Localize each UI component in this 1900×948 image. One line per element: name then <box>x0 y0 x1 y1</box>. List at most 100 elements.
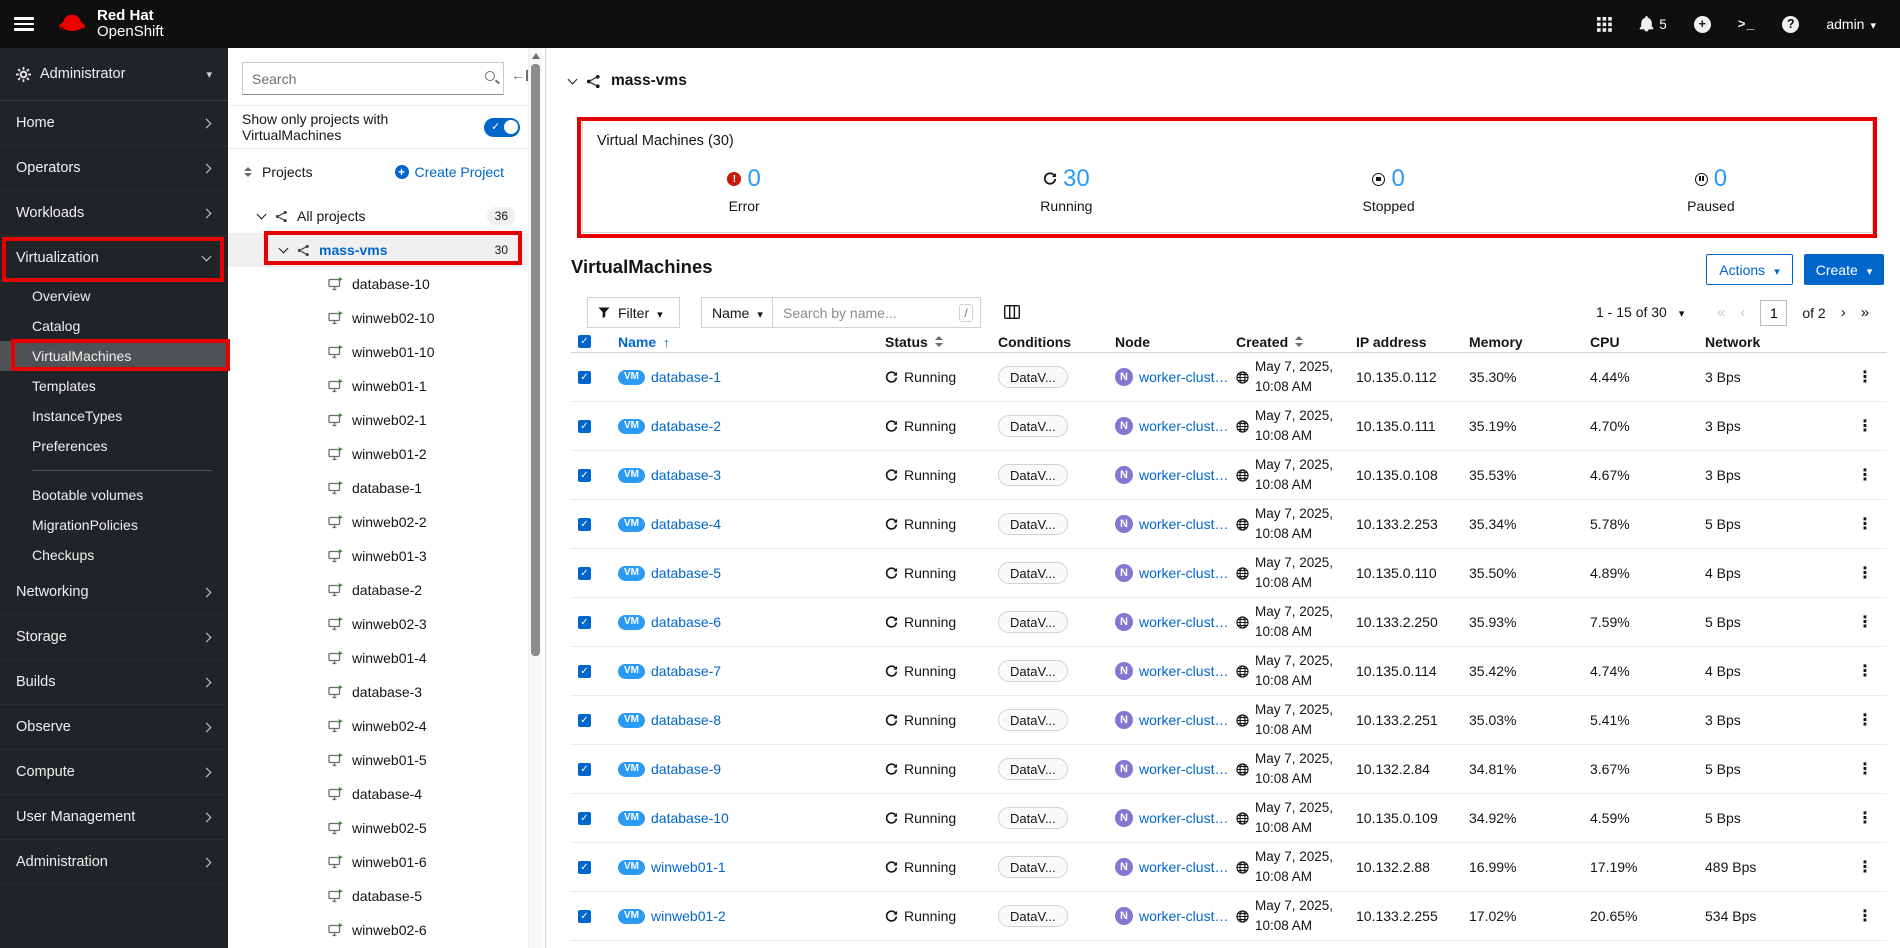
tree-item-vm[interactable]: winweb02-10 <box>228 301 530 335</box>
row-kebab-menu[interactable] <box>1857 367 1873 387</box>
vm-name-link[interactable]: database-7 <box>651 663 721 679</box>
stat-running[interactable]: 30 Running <box>905 165 1227 214</box>
vm-name-link[interactable]: database-3 <box>651 467 721 483</box>
vm-search-input[interactable] <box>773 298 980 327</box>
sort-ascending-icon[interactable] <box>663 334 670 350</box>
tree-item-mass-vms[interactable]: mass-vms 30 <box>228 233 530 267</box>
previous-page-button[interactable]: ‹ <box>1740 304 1745 321</box>
first-page-button[interactable]: « <box>1717 304 1725 321</box>
row-kebab-menu[interactable] <box>1857 710 1873 730</box>
node-link[interactable]: worker-cluster-... <box>1139 565 1229 581</box>
conditions-pill[interactable]: DataV... <box>998 905 1068 927</box>
vm-name-link[interactable]: database-2 <box>651 418 721 434</box>
create-project-link[interactable]: Create Project <box>394 164 504 180</box>
terminal-button[interactable]: >_ <box>1738 17 1756 32</box>
node-link[interactable]: worker-cluster-... <box>1139 810 1229 826</box>
help-button[interactable]: ? <box>1782 15 1800 33</box>
sidebar-item[interactable]: Workloads <box>0 191 228 236</box>
vm-name-link[interactable]: database-1 <box>651 369 721 385</box>
pagination-range-dropdown[interactable]: 1 - 15 of 30 <box>1596 304 1684 320</box>
filter-dropdown[interactable]: Filter <box>587 297 680 328</box>
node-link[interactable]: worker-cluster-... <box>1139 369 1229 385</box>
collapse-panel-icon[interactable]: ← <box>511 68 528 82</box>
vm-name-link[interactable]: database-8 <box>651 712 721 728</box>
row-kebab-menu[interactable] <box>1857 514 1873 534</box>
vm-name-link[interactable]: winweb01-1 <box>651 859 726 875</box>
vm-name-link[interactable]: database-9 <box>651 761 721 777</box>
sidebar-subitem[interactable]: Catalog <box>0 311 228 341</box>
sidebar-item[interactable]: User Management <box>0 795 228 840</box>
sort-icon[interactable] <box>1295 336 1304 347</box>
stat-paused[interactable]: 0 Paused <box>1550 165 1872 214</box>
row-checkbox[interactable] <box>578 762 591 776</box>
tree-item-vm[interactable]: winweb01-2 <box>228 437 530 471</box>
sidebar-item[interactable]: Observe <box>0 705 228 750</box>
tree-item-vm[interactable]: winweb01-1 <box>228 369 530 403</box>
node-link[interactable]: worker-cluster-... <box>1139 859 1229 875</box>
vm-name-link[interactable]: database-10 <box>651 810 729 826</box>
sidebar-item[interactable]: Builds <box>0 660 228 705</box>
search-attribute-dropdown[interactable]: Name <box>701 297 773 328</box>
conditions-pill[interactable]: DataV... <box>998 758 1068 780</box>
tree-item-vm[interactable]: winweb01-3 <box>228 539 530 573</box>
row-checkbox[interactable] <box>578 811 591 825</box>
row-checkbox[interactable] <box>578 909 591 923</box>
conditions-pill[interactable]: DataV... <box>998 415 1068 437</box>
chevron-down-icon[interactable] <box>278 243 289 254</box>
perspective-switcher[interactable]: Administrator <box>0 48 228 101</box>
sidebar-subitem[interactable]: Checkups <box>0 540 228 570</box>
row-kebab-menu[interactable] <box>1857 906 1873 926</box>
node-link[interactable]: worker-cluster-... <box>1139 712 1229 728</box>
vm-filter-toggle[interactable] <box>484 117 520 137</box>
tree-item-all-projects[interactable]: All projects 36 <box>228 199 530 233</box>
page-number-input[interactable] <box>1760 299 1788 326</box>
sidebar-subitem[interactable]: MigrationPolicies <box>0 510 228 540</box>
actions-button[interactable]: Actions <box>1706 254 1793 285</box>
tree-item-vm[interactable]: winweb01-5 <box>228 743 530 777</box>
tree-item-vm[interactable]: database-1 <box>228 471 530 505</box>
column-header-status[interactable]: Status <box>885 334 928 350</box>
create-button[interactable]: Create <box>1804 254 1884 285</box>
last-page-button[interactable]: » <box>1861 304 1869 321</box>
search-icon[interactable] <box>485 71 495 81</box>
tree-item-vm[interactable]: database-2 <box>228 573 530 607</box>
vm-name-link[interactable]: database-5 <box>651 565 721 581</box>
conditions-pill[interactable]: DataV... <box>998 709 1068 731</box>
project-search-input[interactable] <box>242 62 504 95</box>
vm-name-link[interactable]: winweb01-2 <box>651 908 726 924</box>
add-button[interactable]: + <box>1693 15 1711 33</box>
row-checkbox[interactable] <box>578 468 591 482</box>
nav-toggle-button[interactable] <box>14 17 34 31</box>
tree-item-vm[interactable]: winweb01-4 <box>228 641 530 675</box>
conditions-pill[interactable]: DataV... <box>998 366 1068 388</box>
tree-item-vm[interactable]: winweb02-5 <box>228 811 530 845</box>
sidebar-item[interactable]: Networking <box>0 570 228 615</box>
row-kebab-menu[interactable] <box>1857 563 1873 583</box>
conditions-pill[interactable]: DataV... <box>998 807 1068 829</box>
tree-item-vm[interactable]: winweb01-10 <box>228 335 530 369</box>
sidebar-item[interactable]: Operators <box>0 146 228 191</box>
sidebar-item-virtualization[interactable]: Virtualization <box>0 236 228 281</box>
conditions-pill[interactable]: DataV... <box>998 660 1068 682</box>
node-link[interactable]: worker-cluster-... <box>1139 908 1229 924</box>
node-link[interactable]: worker-cluster-... <box>1139 761 1229 777</box>
sidebar-subitem[interactable]: Preferences <box>0 431 228 461</box>
sidebar-subitem[interactable]: Templates <box>0 371 228 401</box>
sidebar-subitem[interactable]: InstanceTypes <box>0 401 228 431</box>
stat-stopped[interactable]: 0 Stopped <box>1228 165 1550 214</box>
row-checkbox[interactable] <box>578 517 591 531</box>
conditions-pill[interactable]: DataV... <box>998 611 1068 633</box>
projects-sort-icon[interactable] <box>244 166 252 178</box>
chevron-down-icon[interactable] <box>256 209 267 220</box>
manage-columns-button[interactable] <box>1003 304 1021 322</box>
sidebar-item[interactable]: Compute <box>0 750 228 795</box>
select-all-checkbox[interactable] <box>578 335 591 348</box>
tree-item-vm[interactable]: winweb02-4 <box>228 709 530 743</box>
sort-icon[interactable] <box>934 336 943 347</box>
apps-grid-button[interactable] <box>1597 16 1613 32</box>
project-header[interactable]: mass-vms <box>567 72 687 90</box>
row-kebab-menu[interactable] <box>1857 759 1873 779</box>
stat-error[interactable]: 0 Error <box>583 165 905 214</box>
conditions-pill[interactable]: DataV... <box>998 562 1068 584</box>
next-page-button[interactable]: › <box>1841 304 1846 321</box>
